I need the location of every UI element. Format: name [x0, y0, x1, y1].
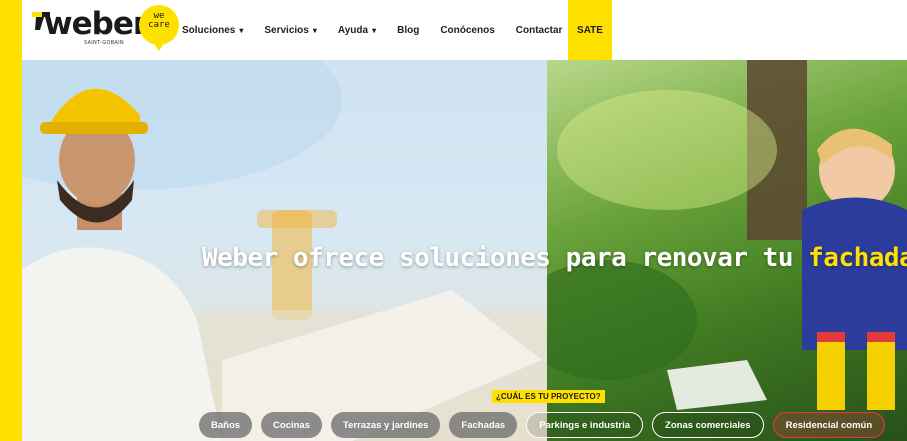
nav-item-blog[interactable]: Blog — [397, 25, 419, 36]
project-chip-list: Baños Cocinas Terrazas y jardines Fachad… — [199, 412, 894, 438]
nav-label: Conócenos — [440, 24, 495, 36]
nav-label: Ayuda — [337, 24, 369, 36]
nav-item-conocenos[interactable]: Conócenos — [440, 25, 494, 36]
chip-residencial-comun[interactable]: Residencial común — [772, 412, 886, 438]
project-question: ¿CUÁL ES TU PROYECTO? — [492, 390, 605, 403]
nav-label: Soluciones — [182, 24, 236, 36]
nav-item-soluciones[interactable]: Soluciones ▾ — [182, 25, 243, 36]
nav-label: Blog — [397, 24, 420, 36]
left-accent-bar — [0, 0, 22, 441]
nav-item-servicios[interactable]: Servicios ▾ — [264, 25, 317, 36]
we-care-badge[interactable]: we care — [136, 4, 182, 52]
hero-banner: Weber ofrece soluciones para renovar tu … — [22, 60, 907, 441]
hero-tagline: Weber ofrece soluciones para renovar tu … — [202, 243, 907, 273]
hero-tagline-highlight: fachada — [808, 243, 907, 273]
site-header: weber SAINT-GOBAIN we care Soluciones ▾ … — [22, 0, 907, 60]
chip-fachadas[interactable]: Fachadas — [449, 412, 518, 438]
nav-item-sate[interactable]: SATE — [568, 0, 612, 60]
chip-terrazas-jardines[interactable]: Terrazas y jardines — [331, 412, 441, 438]
logo-wordmark: weber — [44, 6, 148, 42]
we-care-text: we care — [148, 11, 170, 30]
nav-item-contactar[interactable]: Contactar — [516, 25, 563, 36]
hero-tagline-main: Weber ofrece soluciones para renovar tu — [202, 243, 793, 273]
main-nav: Soluciones ▾ Servicios ▾ Ayuda ▾ Blog Co… — [182, 0, 583, 60]
chip-parkings-industria[interactable]: Parkings e industria — [526, 412, 644, 438]
nav-label: Servicios — [264, 24, 309, 36]
chip-cocinas[interactable]: Cocinas — [261, 412, 323, 438]
nav-label: Contactar — [515, 24, 563, 36]
chevron-down-icon: ▾ — [372, 25, 377, 35]
logo-subtext: SAINT-GOBAIN — [84, 40, 124, 46]
weber-logo[interactable]: weber SAINT-GOBAIN — [32, 6, 148, 50]
chevron-down-icon: ▾ — [239, 25, 244, 35]
chip-banos[interactable]: Baños — [199, 412, 253, 438]
chevron-down-icon: ▾ — [312, 25, 317, 35]
nav-item-ayuda[interactable]: Ayuda ▾ — [338, 25, 376, 36]
chip-zonas-comerciales[interactable]: Zonas comerciales — [652, 412, 764, 438]
